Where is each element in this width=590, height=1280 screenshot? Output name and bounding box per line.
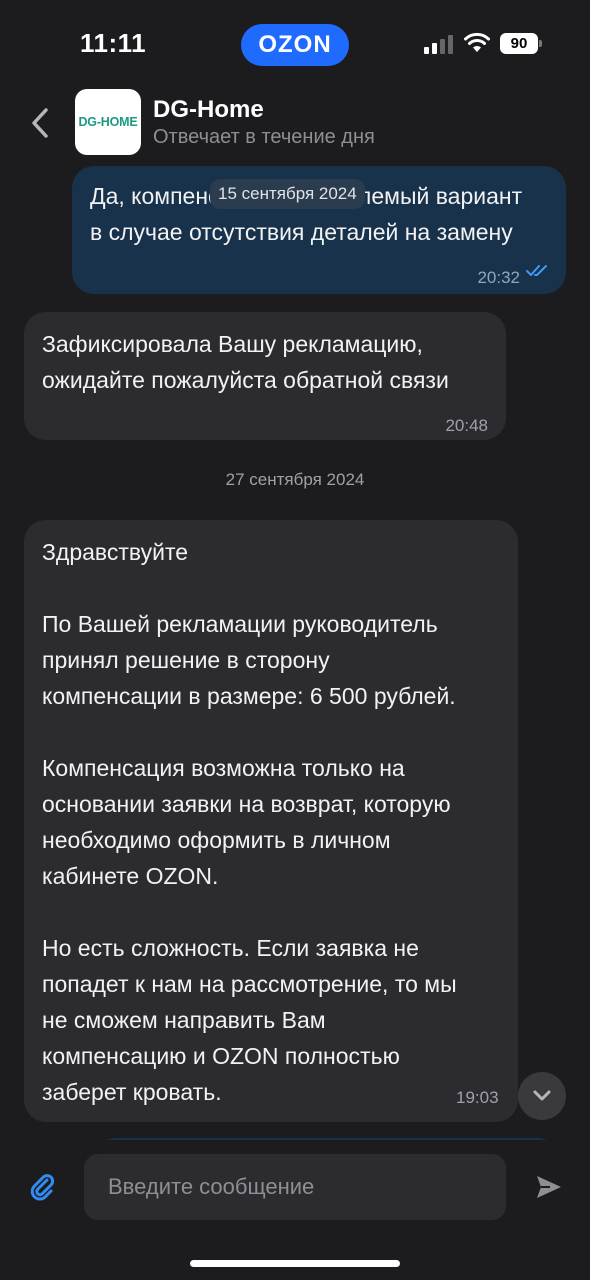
send-icon[interactable]	[534, 1172, 564, 1202]
chat-subtitle: Отвечает в течение дня	[153, 126, 375, 148]
message-bubble-incoming[interactable]: Здравствуйте По Вашей рекламации руковод…	[24, 520, 518, 1122]
cellular-signal-icon	[424, 35, 453, 54]
ozon-badge[interactable]: OZON	[241, 24, 349, 66]
battery-indicator: 90	[500, 33, 542, 54]
message-bubble-incoming[interactable]: Зафиксировала Вашу рекламацию, ожидайте …	[24, 312, 506, 440]
message-input[interactable]	[84, 1154, 506, 1220]
date-separator: 27 сентября 2024	[225, 470, 365, 489]
chat-screen: 11:11 OZON 90 DG-HOME DG-Home Отвечает в…	[0, 0, 590, 1280]
back-button[interactable]	[28, 106, 54, 140]
message-time: 20:32	[477, 268, 520, 287]
message-text: Здравствуйте По Вашей рекламации руковод…	[42, 539, 457, 1105]
wifi-icon	[464, 32, 490, 52]
message-time: 20:48	[445, 416, 488, 435]
message-text: Зафиксировала Вашу рекламацию, ожидайте …	[42, 331, 449, 393]
status-time: 11:11	[80, 28, 147, 58]
message-time: 19:03	[456, 1088, 499, 1107]
floating-date-chip: 15 сентября 2024	[210, 179, 365, 209]
avatar[interactable]: DG-HOME	[75, 89, 141, 155]
attach-icon[interactable]	[28, 1172, 58, 1202]
chevron-down-icon	[533, 1090, 551, 1101]
read-checkmarks-icon	[526, 265, 547, 276]
home-indicator[interactable]	[190, 1260, 400, 1267]
scroll-to-bottom-button[interactable]	[518, 1072, 566, 1120]
chat-title[interactable]: DG-Home	[153, 96, 264, 124]
